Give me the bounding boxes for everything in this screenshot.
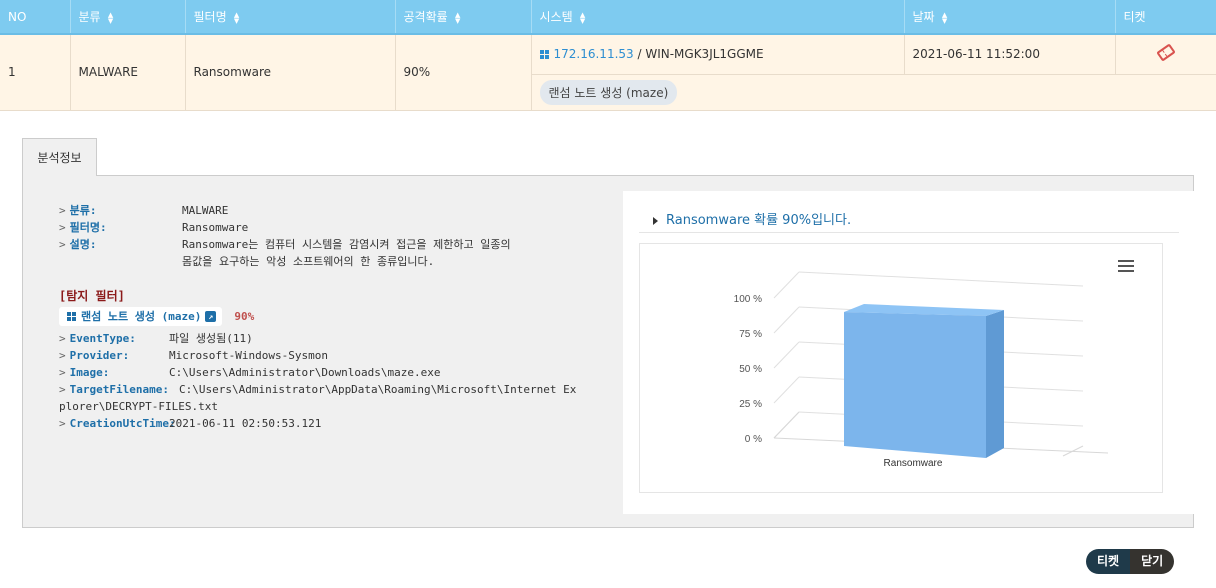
cell-date: 2021-06-11 11:52:00 xyxy=(904,34,1116,75)
description-line-1: Ransomware는 컴퓨터 시스템을 감염시켜 접근을 제한하고 일종의 xyxy=(182,238,511,251)
filter-tag[interactable]: 랜섬 노트 생성 (maze) xyxy=(539,79,678,105)
windows-icon xyxy=(67,312,76,321)
description-line-2: 몸값을 요구하는 악성 소프트웨어의 한 종류입니다. xyxy=(182,255,435,268)
cell-sub-tag: 랜섬 노트 생성 (maze) xyxy=(531,74,1216,111)
column-header-probability[interactable]: 공격확률 ▲ ▼ xyxy=(395,0,532,35)
y-tick-label: 0 % xyxy=(745,434,762,445)
floor-edge xyxy=(773,411,800,439)
ticket-button[interactable]: 티켓 xyxy=(1086,549,1131,574)
column-header-ticket[interactable]: 티켓 xyxy=(1115,0,1216,35)
hamburger-menu-icon[interactable] xyxy=(1118,260,1134,275)
gridline-side xyxy=(773,341,800,369)
bar xyxy=(844,312,986,458)
y-tick-label: 100 % xyxy=(734,294,762,305)
footer-button-group: 티켓 닫기 xyxy=(1086,549,1175,574)
x-tick-label: Ransomware xyxy=(884,458,943,469)
y-tick-label: 50 % xyxy=(739,364,762,375)
cell-system: 172.16.11.53 / WIN-MGK3JL1GGME xyxy=(531,34,905,75)
sort-icon[interactable]: ▲ ▼ xyxy=(579,11,587,24)
detection-filter-title: [탐지 필터] xyxy=(59,289,125,303)
detail-label-provider: > Provider: xyxy=(59,349,130,362)
sort-icon[interactable]: ▲ ▼ xyxy=(233,11,241,24)
column-header-no[interactable]: NO xyxy=(0,0,71,35)
detection-chip-label: 랜섬 노트 생성 (maze) xyxy=(81,310,202,323)
detail-label-event-type: > EventType: xyxy=(59,332,136,345)
chevron-right-icon: > xyxy=(59,221,66,234)
y-tick-label: 75 % xyxy=(739,329,762,340)
chevron-right-icon: > xyxy=(59,238,66,251)
detection-chip-percent: 90% xyxy=(234,310,255,323)
chevron-right-icon: > xyxy=(59,204,66,217)
detail-row-provider: > Provider: Microsoft-Windows-Sysmon xyxy=(59,347,579,364)
sort-icon[interactable]: ▲ ▼ xyxy=(107,11,115,24)
detection-details: > EventType: 파일 생성됨(11) > Provider: Micros… xyxy=(59,330,579,432)
info-row-filter: > 필터명: Ransomware xyxy=(59,219,579,236)
cell-probability: 90% xyxy=(395,34,532,111)
chevron-right-icon: > xyxy=(59,366,66,379)
chevron-right-icon: > xyxy=(59,383,66,396)
bar-side xyxy=(986,310,1004,458)
column-header-date[interactable]: 날짜 ▲ ▼ xyxy=(904,0,1116,35)
column-header-category[interactable]: 분류 ▲ ▼ xyxy=(70,0,186,35)
chart-card-title: Ransomware 확률 90%입니다. xyxy=(653,209,851,228)
divider xyxy=(639,232,1179,233)
info-row-description: > 설명: Ransomware는 컴퓨터 시스템을 감염시켜 접근을 제한하고 … xyxy=(59,236,579,270)
triangle-right-icon xyxy=(653,216,658,225)
chart-card-title-text: Ransomware 확률 90%입니다. xyxy=(666,213,852,228)
info-label-description: > 설명: xyxy=(59,238,97,251)
windows-icon xyxy=(539,50,549,60)
detail-value-provider: Microsoft-Windows-Sysmon xyxy=(169,349,328,362)
sort-icon[interactable]: ▲ ▼ xyxy=(941,11,949,24)
detail-row-event-type: > EventType: 파일 생성됨(11) xyxy=(59,330,579,347)
sort-icon[interactable]: ▲ ▼ xyxy=(454,11,462,24)
cell-category: MALWARE xyxy=(70,34,186,111)
info-value-filter: Ransomware xyxy=(182,221,249,234)
ticket-icon[interactable] xyxy=(1155,43,1176,62)
detail-label-image: > Image: xyxy=(59,366,110,379)
detail-value-image: C:\Users\Administrator\Downloads\maze.ex… xyxy=(169,366,441,379)
detection-chip-row: 랜섬 노트 생성 (maze) ↗ 90% xyxy=(59,307,579,326)
chevron-right-icon: > xyxy=(59,349,66,362)
system-separator: / xyxy=(633,47,646,62)
system-hostname: WIN-MGK3JL1GGME xyxy=(645,47,764,62)
gridline-side xyxy=(773,271,800,299)
close-button[interactable]: 닫기 xyxy=(1130,549,1175,574)
chart-card: Ransomware 확률 90%입니다. 0 % 25 % 50 % 75 % 100… xyxy=(623,191,1194,514)
detail-row-creation-time: > CreationUtcTime: 2021-06-11 02:50:53.12… xyxy=(59,415,579,432)
detail-row-target-filename: > TargetFilename: C:\Users\Administrator\A… xyxy=(59,381,579,415)
y-tick-label: 25 % xyxy=(739,399,762,410)
detail-label-creation-time: > CreationUtcTime: xyxy=(59,417,176,430)
cell-filter: Ransomware xyxy=(185,34,396,111)
gridline xyxy=(798,271,1084,287)
detail-value-creation-time: 2021-06-11 02:50:53.121 xyxy=(169,417,322,430)
table-header-row: NO 분류 ▲ ▼ 필터명 ▲ ▼ 공격확률 ▲ ▼ 시스템 ▲ ▼ 날짜 ▲ ▼ 티켓 xyxy=(0,0,1216,35)
detail-row-image: > Image: C:\Users\Administrator\Downloads… xyxy=(59,364,579,381)
detail-value-event-type: 파일 생성됨(11) xyxy=(169,332,253,345)
result-table: NO 분류 ▲ ▼ 필터명 ▲ ▼ 공격확률 ▲ ▼ 시스템 ▲ ▼ 날짜 ▲ ▼ 티켓 1 MAL… xyxy=(0,0,1216,111)
cell-ticket xyxy=(1115,34,1216,75)
detection-filter-chip[interactable]: 랜섬 노트 생성 (maze) ↗ xyxy=(59,307,223,326)
probability-chart: 0 % 25 % 50 % 75 % 100 % Ransomware xyxy=(734,271,1109,469)
info-value-description: Ransomware는 컴퓨터 시스템을 감염시켜 접근을 제한하고 일종의 몸… xyxy=(182,236,542,270)
info-value-category: MALWARE xyxy=(182,204,229,217)
info-label-category: > 분류: xyxy=(59,204,97,217)
chart-container: 0 % 25 % 50 % 75 % 100 % Ransomware xyxy=(639,243,1163,493)
gridline-side xyxy=(773,306,800,334)
column-header-filter[interactable]: 필터명 ▲ ▼ xyxy=(185,0,396,35)
chevron-right-icon: > xyxy=(59,417,66,430)
gridline-side xyxy=(773,376,800,404)
info-row-category: > 분류: MALWARE xyxy=(59,202,579,219)
analysis-panel: > 분류: MALWARE > 필터명: Ransomware > 설명: Ranso… xyxy=(22,175,1194,528)
table-row[interactable]: 1 MALWARE Ransomware 90% 172.16.11.53 / … xyxy=(0,34,1216,111)
external-link-icon[interactable]: ↗ xyxy=(205,311,217,322)
chevron-right-icon: > xyxy=(59,332,66,345)
tab-analysis-info[interactable]: 분석정보 xyxy=(22,138,97,176)
cell-no: 1 xyxy=(0,34,71,111)
info-label-filter: > 필터명: xyxy=(59,221,107,234)
detail-label-target: > TargetFilename: xyxy=(59,383,169,396)
analysis-info: > 분류: MALWARE > 필터명: Ransomware > 설명: Ranso… xyxy=(59,202,579,432)
column-header-system[interactable]: 시스템 ▲ ▼ xyxy=(531,0,905,35)
system-ip-link[interactable]: 172.16.11.53 xyxy=(554,47,634,61)
